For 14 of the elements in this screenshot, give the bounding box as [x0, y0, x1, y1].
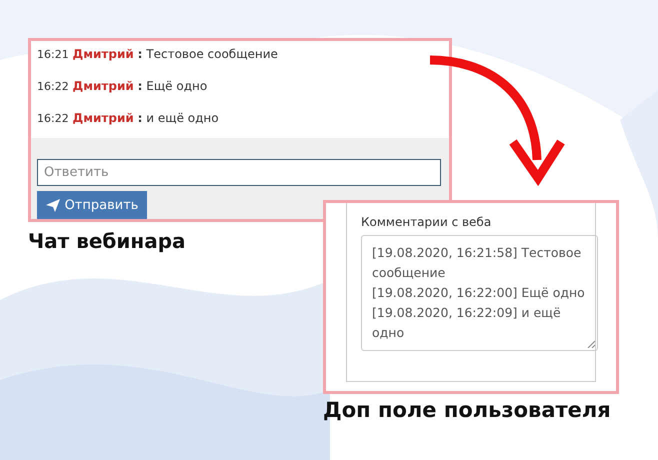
chat-message: 16:22 Дмитрий : Ещё одно	[37, 78, 208, 95]
comments-textarea[interactable]: [19.08.2020, 16:21:58] Тестовое сообщение [19.08.2020, 16:22:00] Ещё одно [19.08.2020, 16:22:09] и ещё одно	[361, 235, 598, 351]
send-icon	[46, 198, 60, 212]
comment-line: [19.08.2020, 16:21:58] Тестовое сообщение	[372, 244, 582, 282]
resize-icon	[587, 340, 595, 348]
caption: Доп поле пользователя	[323, 398, 611, 422]
chat-message: 16:21 Дмитрий : Тестовое сообщение	[37, 46, 279, 63]
field-label: Комментарии с веба	[361, 215, 492, 229]
chat-message: 16:22 Дмитрий : и ещё одно	[37, 110, 220, 127]
reply-input[interactable]: Ответить	[37, 159, 441, 186]
send-button[interactable]: Отправить	[37, 191, 147, 219]
comment-line: [19.08.2020, 16:22:09] и ещё одно	[372, 304, 562, 342]
caption: Чат вебинара	[28, 229, 186, 253]
comment-line: [19.08.2020, 16:22:00] Ещё одно	[372, 284, 586, 302]
